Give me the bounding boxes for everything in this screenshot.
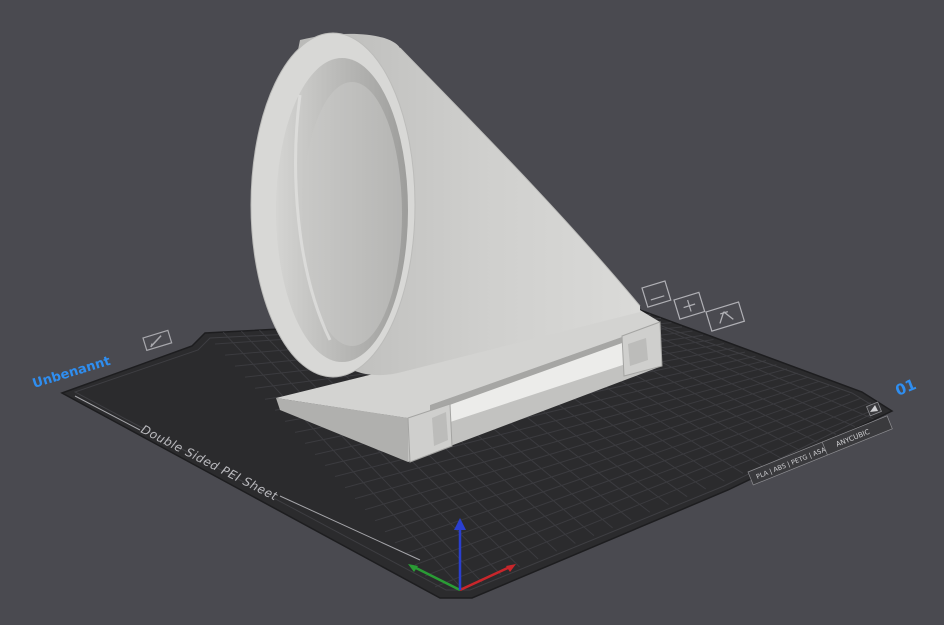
plate-orient-icon[interactable]	[673, 291, 706, 320]
plate-arrange-icon[interactable]	[641, 280, 672, 308]
3d-viewport[interactable]: PLA | ABS | PETG | ASA ANYCUBIC Double S…	[0, 0, 944, 625]
pencil-icon[interactable]	[142, 329, 173, 352]
plate-settings-icon[interactable]	[705, 301, 746, 332]
plate-number: 01	[893, 375, 919, 400]
